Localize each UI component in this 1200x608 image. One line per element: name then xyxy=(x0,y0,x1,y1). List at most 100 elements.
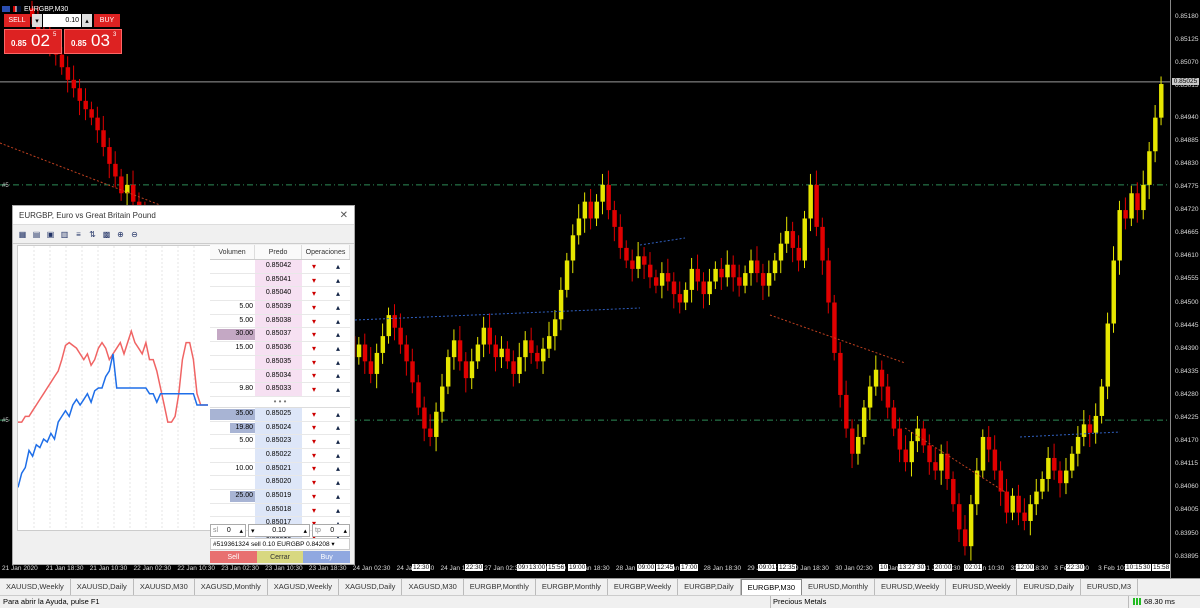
time-tick: 29 Jan 18:30 xyxy=(791,565,829,572)
close-icon[interactable]: ✕ xyxy=(340,210,348,221)
chart-tab[interactable]: XAUUSD,M30 xyxy=(134,579,195,595)
buy-limit-icon[interactable]: ▴ xyxy=(326,476,350,489)
sell-limit-icon[interactable]: ▾ xyxy=(302,370,326,383)
sell-limit-icon[interactable]: ▾ xyxy=(302,342,326,355)
buy-limit-icon[interactable]: ▴ xyxy=(326,408,350,421)
sell-limit-icon[interactable]: ▾ xyxy=(302,490,326,503)
levels-icon[interactable]: ≡ xyxy=(73,229,84,240)
dom-buy-button[interactable]: Buy xyxy=(303,551,351,563)
chart-tab[interactable]: EURUSD,Weekly xyxy=(875,579,947,595)
buy-limit-icon[interactable]: ▴ xyxy=(326,422,350,435)
stop-loss-field[interactable]: sl 0 ▴ xyxy=(210,524,246,537)
buy-limit-icon[interactable]: ▴ xyxy=(326,260,350,273)
chart-tab[interactable]: EURGBP,Weekly xyxy=(608,579,679,595)
sell-label-button[interactable]: SELL xyxy=(4,14,30,27)
lot-size-input[interactable]: 0.10 xyxy=(43,14,81,27)
chart-tab[interactable]: XAUUSD,Weekly xyxy=(0,579,71,595)
chart-tab[interactable]: EURUSD,Monthly xyxy=(802,579,876,595)
candle-body xyxy=(1141,184,1146,211)
chart-tab[interactable]: EURUSD,Weekly xyxy=(946,579,1018,595)
candle-body xyxy=(1105,323,1111,387)
dom-close-button[interactable]: Cerrar xyxy=(256,551,304,563)
buy-limit-icon[interactable]: ▴ xyxy=(326,435,350,448)
trade-time-marker: 12:35 xyxy=(778,564,797,571)
buy-label-button[interactable]: BUY xyxy=(94,14,120,27)
take-profit-field[interactable]: tp 0 ▴ xyxy=(312,524,350,537)
buy-limit-icon[interactable]: ▴ xyxy=(326,356,350,369)
dom-titlebar[interactable]: EURGBP, Euro vs Great Britain Pound ✕ xyxy=(13,206,354,225)
table-view-icon[interactable]: ▤ xyxy=(31,229,42,240)
level-price: 0.85019 xyxy=(255,490,302,503)
level-price: 0.85023 xyxy=(255,435,302,448)
price-chart[interactable]: #5 #5 EURGBP,M30 SELL ▾ 0.10 ▴ BUY 0.85 0… xyxy=(0,0,1170,578)
candle-body xyxy=(677,294,683,303)
dom-sell-button[interactable]: Sell xyxy=(210,551,257,563)
sell-limit-icon[interactable]: ▾ xyxy=(302,383,326,396)
candle-body xyxy=(725,264,730,278)
volume-stepper[interactable]: ▾ 0.10 ▴ xyxy=(248,524,310,537)
sell-price-button[interactable]: 0.85 02 5 xyxy=(4,29,62,54)
chart-tab[interactable]: XAGUSD,M30 xyxy=(402,579,464,595)
time-tick: 30 Jan 02:30 xyxy=(835,565,873,572)
grid-icon[interactable]: ▩ xyxy=(101,229,112,240)
buy-limit-icon[interactable]: ▴ xyxy=(326,463,350,476)
buy-limit-icon[interactable]: ▴ xyxy=(326,301,350,314)
buy-price-button[interactable]: 0.85 03 3 xyxy=(64,29,122,54)
chart-tab[interactable]: EURGBP,M30 xyxy=(740,579,803,595)
sell-limit-icon[interactable]: ▾ xyxy=(302,422,326,435)
chart-tab[interactable]: EURUSD,M3 xyxy=(1081,579,1139,595)
open-position-select[interactable]: #519361324 sell 0.10 EURGBP 0.84208 ▾ xyxy=(210,538,350,550)
buy-limit-icon[interactable]: ▴ xyxy=(326,287,350,300)
chart-tab[interactable]: EURGBP,Daily xyxy=(678,579,741,595)
sell-limit-icon[interactable]: ▾ xyxy=(302,301,326,314)
chart-tab[interactable]: XAUUSD,Daily xyxy=(71,579,134,595)
buy-limit-icon[interactable]: ▴ xyxy=(326,490,350,503)
sell-limit-icon[interactable]: ▾ xyxy=(302,356,326,369)
chart-tab[interactable]: XAGUSD,Weekly xyxy=(268,579,339,595)
buy-limit-icon[interactable]: ▴ xyxy=(326,504,350,517)
zoom-out-icon[interactable]: ⊖ xyxy=(129,229,140,240)
sell-limit-icon[interactable]: ▾ xyxy=(302,328,326,341)
sell-limit-icon[interactable]: ▾ xyxy=(302,260,326,273)
ticks-icon[interactable]: ▣ xyxy=(45,229,56,240)
candle-body xyxy=(927,445,932,463)
buy-limit-icon[interactable]: ▴ xyxy=(326,370,350,383)
buy-limit-icon[interactable]: ▴ xyxy=(326,328,350,341)
sell-limit-icon[interactable]: ▾ xyxy=(302,504,326,517)
zoom-in-icon[interactable]: ⊕ xyxy=(115,229,126,240)
lot-increase-icon[interactable]: ▴ xyxy=(82,14,92,27)
sell-limit-icon[interactable]: ▾ xyxy=(302,476,326,489)
sell-limit-icon[interactable]: ▾ xyxy=(302,287,326,300)
level-volume: 15.00 xyxy=(235,344,253,352)
buy-limit-icon[interactable]: ▴ xyxy=(326,342,350,355)
sell-limit-icon[interactable]: ▾ xyxy=(302,449,326,462)
sell-limit-icon[interactable]: ▾ xyxy=(302,408,326,421)
chart-tab[interactable]: XAGUSD,Monthly xyxy=(195,579,268,595)
chart-view-icon[interactable]: ▦ xyxy=(17,229,28,240)
lot-decrease-icon[interactable]: ▾ xyxy=(32,14,42,27)
candle-body xyxy=(1099,386,1105,416)
candle-body xyxy=(83,100,88,110)
buy-limit-icon[interactable]: ▴ xyxy=(326,315,350,328)
chart-tab[interactable]: EURGBP,Monthly xyxy=(464,579,536,595)
sell-limit-icon[interactable]: ▾ xyxy=(302,435,326,448)
sell-limit-icon[interactable]: ▾ xyxy=(302,463,326,476)
price-axis: 0.85180 0.85125 0.85070 0.85015 0.84940 0.848… xyxy=(1170,0,1200,578)
buy-limit-icon[interactable]: ▴ xyxy=(326,274,350,287)
candle-body xyxy=(701,281,706,295)
chart-tab[interactable]: EURGBP,Monthly xyxy=(536,579,608,595)
sell-limit-icon[interactable]: ▾ xyxy=(302,274,326,287)
depth-of-market-window[interactable]: EURGBP, Euro vs Great Britain Pound ✕ ▦ … xyxy=(12,205,355,565)
buy-limit-icon[interactable]: ▴ xyxy=(326,449,350,462)
buy-limit-icon[interactable]: ▴ xyxy=(326,383,350,396)
level-volume xyxy=(210,274,255,287)
time-tick: 21 Jan 2020 xyxy=(2,565,38,572)
chart-tab[interactable]: XAGUSD,Daily xyxy=(339,579,403,595)
spread-icon[interactable]: ⇅ xyxy=(87,229,98,240)
volume-icon[interactable]: ▥ xyxy=(59,229,70,240)
candle-body xyxy=(885,386,891,408)
chart-tab[interactable]: EURUSD,Daily xyxy=(1017,579,1081,595)
sell-limit-icon[interactable]: ▾ xyxy=(302,315,326,328)
candle-body xyxy=(410,361,415,383)
ask-level-row: 0.85041 ▾ ▴ xyxy=(210,273,350,288)
